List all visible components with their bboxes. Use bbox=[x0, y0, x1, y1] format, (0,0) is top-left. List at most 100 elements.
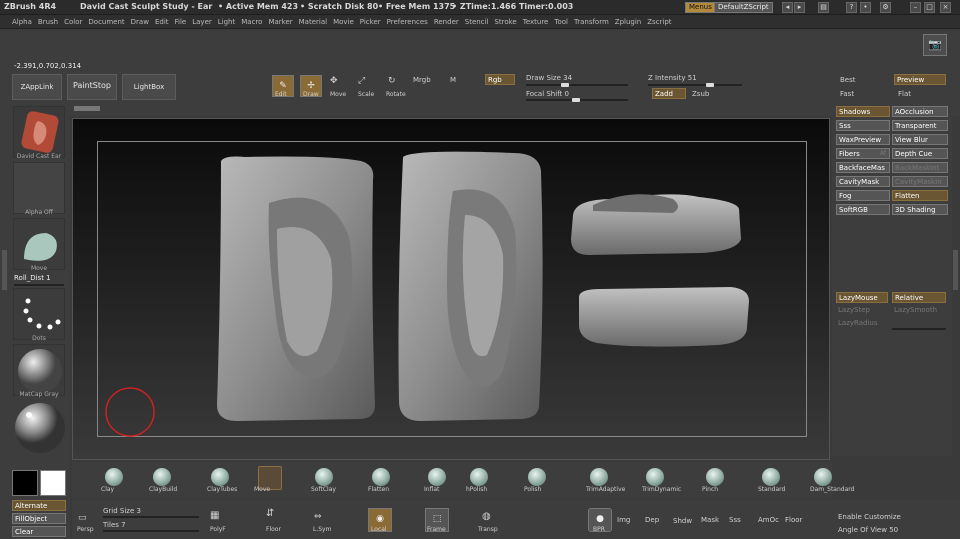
sss-toggle[interactable]: Sss bbox=[729, 516, 741, 524]
persp-icon[interactable]: ▭ bbox=[78, 513, 87, 523]
grid-size-track[interactable] bbox=[103, 516, 199, 518]
menu-alpha[interactable]: Alpha bbox=[0, 15, 35, 26]
brush-trimdynamic-icon[interactable] bbox=[646, 468, 664, 486]
best-button[interactable]: Best bbox=[840, 76, 856, 84]
polyframe-icon[interactable]: ▦ bbox=[210, 510, 219, 521]
zapplink-button[interactable]: ZAppLink bbox=[12, 74, 62, 100]
brush-dam_standard-icon[interactable] bbox=[814, 468, 832, 486]
m-toggle[interactable]: M bbox=[450, 76, 456, 84]
amoc-toggle[interactable]: AmOc bbox=[758, 516, 779, 524]
angle-of-view-slider[interactable]: Angle Of View 50 bbox=[838, 526, 898, 534]
dep-toggle[interactable]: Dep bbox=[645, 516, 659, 524]
primary-color-swatch[interactable] bbox=[12, 470, 38, 496]
rgb-toggle[interactable]: Rgb bbox=[485, 74, 515, 85]
preview-button[interactable]: Preview bbox=[894, 74, 946, 85]
canvas-viewport[interactable] bbox=[72, 118, 830, 460]
draw-size-track[interactable] bbox=[526, 84, 628, 86]
menu-file[interactable]: File bbox=[172, 15, 190, 26]
roll-dist[interactable]: Roll_Dist 1 bbox=[14, 274, 51, 282]
brush-hpolish-icon[interactable] bbox=[470, 468, 488, 486]
brush-trimadaptive-icon[interactable] bbox=[590, 468, 608, 486]
render-3d-shading[interactable]: 3D Shading bbox=[892, 204, 948, 215]
paintstop-button[interactable]: PaintStop bbox=[67, 74, 117, 100]
brush-pinch-icon[interactable] bbox=[706, 468, 724, 486]
menu-picker[interactable]: Picker bbox=[357, 15, 384, 26]
render-softrgb[interactable]: SoftRGB bbox=[836, 204, 890, 215]
render-cavitymaskin[interactable]: CavityMaskIn bbox=[892, 176, 948, 187]
brush-claybuild-icon[interactable] bbox=[153, 468, 171, 486]
settings-icon[interactable]: ⚙ bbox=[880, 2, 891, 13]
render-cavitymask[interactable]: CavityMask bbox=[836, 176, 890, 187]
menu-marker[interactable]: Marker bbox=[265, 15, 295, 26]
fillobject-button[interactable]: FillObject bbox=[12, 513, 66, 524]
mask-toggle[interactable]: Mask bbox=[701, 516, 719, 524]
fast-button[interactable]: Fast bbox=[840, 90, 854, 98]
z-intensity-track[interactable] bbox=[648, 84, 742, 86]
minimize-icon[interactable]: – bbox=[910, 2, 921, 13]
z-intensity-knob[interactable] bbox=[706, 83, 714, 87]
menu-macro[interactable]: Macro bbox=[238, 15, 265, 26]
texture-sphere-icon[interactable] bbox=[14, 402, 66, 454]
close-icon[interactable]: × bbox=[940, 2, 951, 13]
lazystep-slider[interactable]: LazyStep bbox=[836, 305, 870, 316]
img-toggle[interactable]: Img bbox=[617, 516, 630, 524]
default-zscript-button[interactable]: DefaultZScript bbox=[714, 2, 773, 13]
stroke-thumbnail[interactable] bbox=[13, 288, 65, 340]
menu-tool[interactable]: Tool bbox=[551, 15, 571, 26]
lazysmooth-slider[interactable]: LazySmooth bbox=[892, 305, 937, 316]
grid-size-slider[interactable]: Grid Size 3 bbox=[103, 507, 141, 515]
lazymouse-toggle[interactable]: LazyMouse bbox=[836, 292, 888, 303]
brush-clay-icon[interactable] bbox=[105, 468, 123, 486]
floor-toggle[interactable]: Floor bbox=[785, 516, 802, 524]
lazyradius-slider[interactable]: LazyRadius bbox=[836, 318, 877, 329]
render-fog[interactable]: Fog bbox=[836, 190, 890, 201]
menu-document[interactable]: Document bbox=[85, 15, 127, 26]
render-waxpreview[interactable]: WaxPreview bbox=[836, 134, 890, 145]
render-aocclusion[interactable]: AOcclusion bbox=[892, 106, 948, 117]
flat-button[interactable]: Flat bbox=[898, 90, 911, 98]
zadd-toggle[interactable]: Zadd bbox=[652, 88, 686, 99]
menu-transform[interactable]: Transform bbox=[571, 15, 612, 26]
transp-icon[interactable]: ◍ bbox=[482, 511, 491, 522]
roll-dist-track[interactable] bbox=[14, 284, 64, 286]
menu-edit[interactable]: Edit bbox=[152, 15, 172, 26]
z-intensity-slider[interactable]: Z Intensity 51 bbox=[648, 74, 697, 82]
render-depth-cue[interactable]: Depth Cue bbox=[892, 148, 948, 159]
mrgb-toggle[interactable]: Mrgb bbox=[413, 76, 431, 84]
menu-zscript[interactable]: Zscript bbox=[644, 15, 674, 26]
menu-draw[interactable]: Draw bbox=[128, 15, 152, 26]
render-flatten[interactable]: Flatten bbox=[892, 190, 948, 201]
brush-polish-icon[interactable] bbox=[528, 468, 546, 486]
focal-shift-knob[interactable] bbox=[572, 98, 580, 102]
lazyradius-track[interactable] bbox=[892, 328, 946, 330]
prev-icon[interactable]: ◂ bbox=[782, 2, 793, 13]
menu-render[interactable]: Render bbox=[431, 15, 462, 26]
scale-icon[interactable]: ⤢ bbox=[358, 76, 365, 86]
brush-thumbnail[interactable] bbox=[13, 218, 65, 270]
shelf-handle[interactable] bbox=[74, 106, 100, 111]
right-tray-handle[interactable] bbox=[953, 250, 958, 290]
material-thumbnail[interactable] bbox=[13, 344, 65, 396]
render-view-blur[interactable]: View Blur bbox=[892, 134, 948, 145]
draw-size-knob[interactable] bbox=[561, 83, 569, 87]
secondary-color-swatch[interactable] bbox=[40, 470, 66, 496]
render-shadows[interactable]: Shadows bbox=[836, 106, 890, 117]
menu-preferences[interactable]: Preferences bbox=[384, 15, 431, 26]
relative-toggle[interactable]: Relative bbox=[892, 292, 946, 303]
render-backfacemas[interactable]: BackfaceMas bbox=[836, 162, 890, 173]
focal-shift-slider[interactable]: Focal Shift 0 bbox=[526, 90, 569, 98]
brush-flatten-icon[interactable] bbox=[372, 468, 390, 486]
menu-layer[interactable]: Layer bbox=[189, 15, 215, 26]
brush-softclay-icon[interactable] bbox=[315, 468, 333, 486]
floor-icon[interactable]: ⇵ bbox=[266, 508, 274, 519]
menu-movie[interactable]: Movie bbox=[330, 15, 357, 26]
render-sss[interactable]: Sss bbox=[836, 120, 890, 131]
brush-standard-icon[interactable] bbox=[762, 468, 780, 486]
menu-light[interactable]: Light bbox=[215, 15, 238, 26]
tiles-track[interactable] bbox=[103, 530, 199, 532]
render-backmaskint[interactable]: BackMaskInt bbox=[892, 162, 948, 173]
shdw-toggle[interactable]: Shdw bbox=[673, 517, 692, 525]
brush-claytubes-icon[interactable] bbox=[211, 468, 229, 486]
menu-brush[interactable]: Brush bbox=[35, 15, 61, 26]
dot-icon[interactable]: • bbox=[860, 2, 871, 13]
